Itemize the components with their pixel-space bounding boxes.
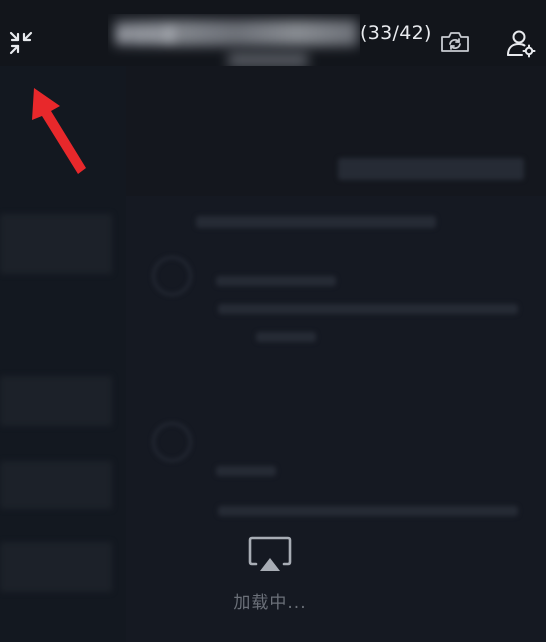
loading-indicator: 加载中... xyxy=(200,536,340,626)
exit-fullscreen-button[interactable] xyxy=(4,26,38,60)
exit-fullscreen-icon xyxy=(9,31,33,55)
page-counter: (33/42) xyxy=(360,22,432,44)
option-circle xyxy=(152,256,192,296)
option-circle xyxy=(152,422,192,462)
user-settings-button[interactable] xyxy=(503,26,539,60)
screen-cast-icon xyxy=(248,536,292,571)
red-arrow-annotation xyxy=(32,88,86,174)
user-settings-icon xyxy=(507,30,536,58)
camera-switch-icon xyxy=(441,32,469,52)
top-bar: 课程标题 (33/42) xyxy=(0,0,546,68)
camera-switch-button[interactable] xyxy=(437,27,473,57)
slide-heading-placeholder xyxy=(338,158,524,180)
course-title: 课程标题 xyxy=(108,14,360,72)
loading-text: 加载中... xyxy=(233,593,307,613)
course-title-text: 课程标题 xyxy=(116,26,177,44)
